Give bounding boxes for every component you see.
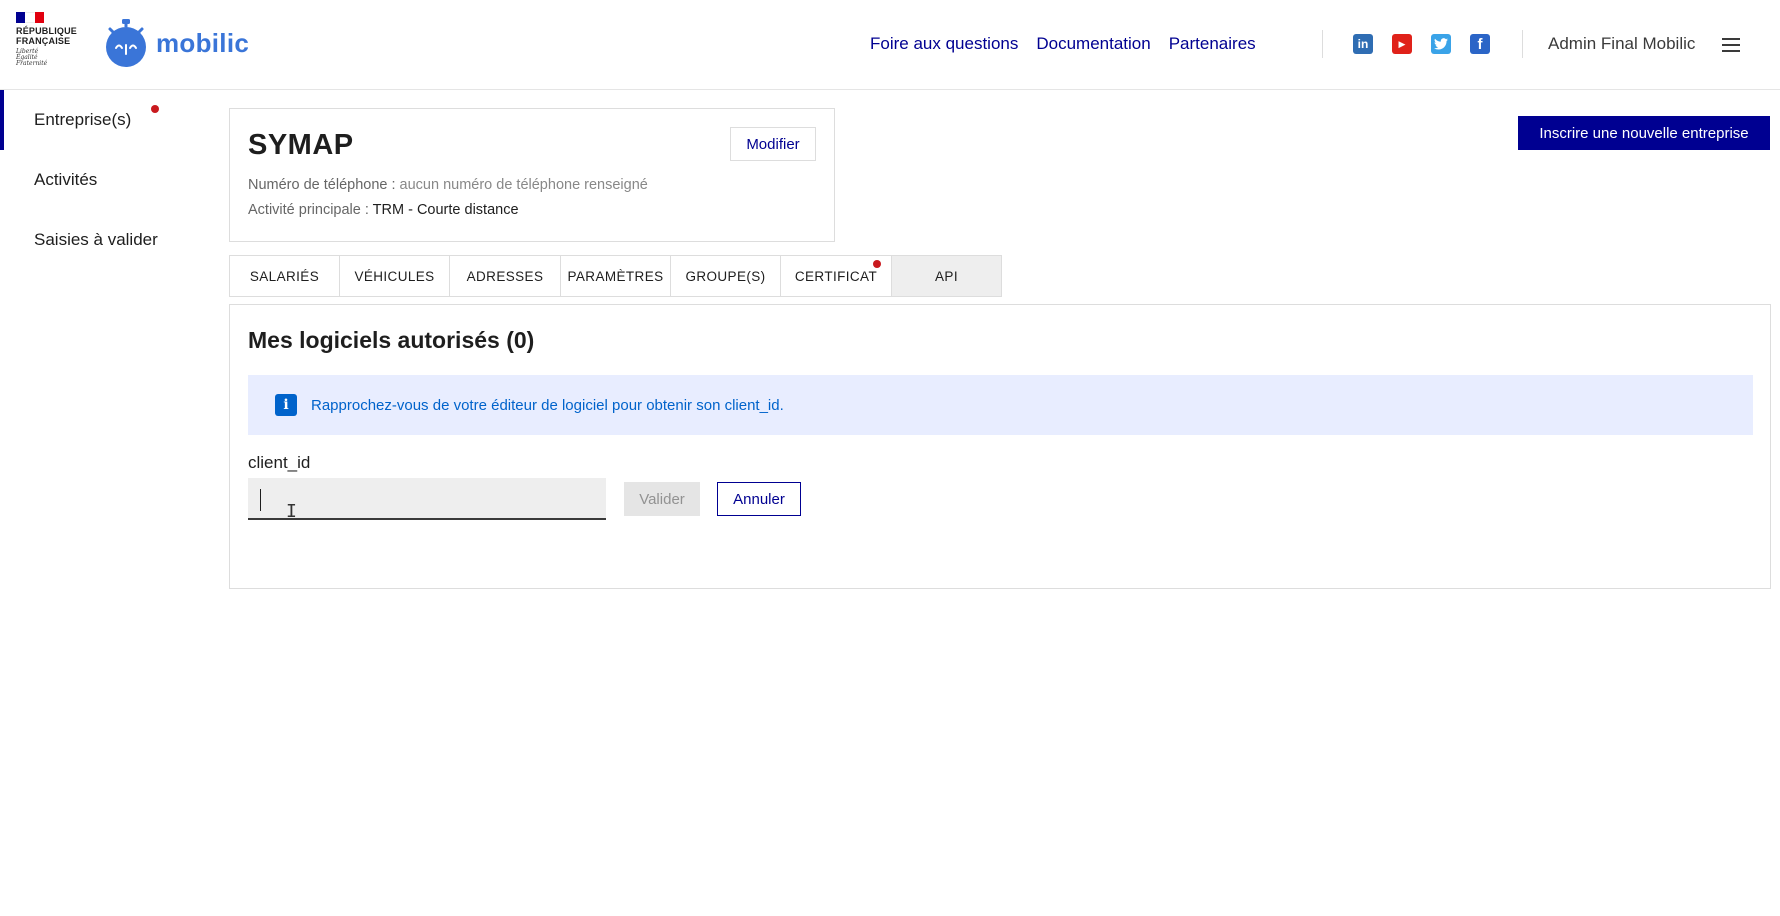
tab-parametres[interactable]: PARAMÈTRES [561, 255, 671, 297]
brand-name: mobilic [156, 27, 250, 58]
sidebar-item-label: Saisies à valider [34, 230, 158, 249]
company-card: SYMAP Modifier Numéro de téléphone : auc… [229, 108, 835, 242]
header-divider [1522, 30, 1523, 58]
info-icon: i [275, 394, 297, 416]
tab-salaries[interactable]: SALARIÉS [229, 255, 340, 297]
user-name[interactable]: Admin Final Mobilic [1548, 34, 1695, 54]
french-flag-icon [16, 12, 44, 23]
client-id-input[interactable] [248, 478, 606, 520]
linkedin-icon[interactable]: in [1353, 34, 1373, 54]
company-tabs: SALARIÉS VÉHICULES ADRESSES PARAMÈTRES G… [229, 255, 1002, 297]
cancel-button[interactable]: Annuler [717, 482, 801, 516]
top-header: RÉPUBLIQUE FRANÇAISE Liberté Égalité Fra… [0, 0, 1780, 90]
notification-dot [873, 260, 881, 268]
tab-api[interactable]: API [892, 255, 1002, 297]
tab-adresses[interactable]: ADRESSES [450, 255, 561, 297]
company-name: SYMAP [248, 129, 354, 161]
activity-label: Activité principale : [248, 202, 373, 218]
modify-company-button[interactable]: Modifier [730, 127, 816, 161]
republic-name: RÉPUBLIQUE FRANÇAISE [16, 26, 78, 46]
stopwatch-logo-icon [106, 19, 146, 67]
client-id-label: client_id [248, 453, 311, 472]
ibeam-cursor-icon: I [286, 501, 297, 522]
tab-certificat[interactable]: CERTIFICAT [781, 255, 892, 297]
twitter-icon[interactable] [1431, 34, 1451, 54]
info-text: Rapprochez-vous de votre éditeur de logi… [311, 396, 784, 414]
sidebar-item-label: Activités [34, 170, 98, 189]
company-activity: Activité principale : TRM - Courte dista… [248, 202, 519, 218]
register-new-company-button[interactable]: Inscrire une nouvelle entreprise [1518, 116, 1770, 150]
mobilic-logo[interactable]: mobilic [104, 18, 249, 68]
text-cursor [260, 489, 261, 511]
info-callout: i Rapprochez-vous de votre éditeur de lo… [248, 375, 1753, 435]
validate-button[interactable]: Valider [624, 482, 700, 516]
tab-groupes[interactable]: GROUPE(S) [671, 255, 781, 297]
nav-faq-link[interactable]: Foire aux questions [870, 34, 1018, 54]
phone-value: aucun numéro de téléphone renseigné [399, 177, 648, 193]
company-phone: Numéro de téléphone : aucun numéro de té… [248, 177, 648, 193]
hamburger-menu-icon[interactable] [1722, 38, 1740, 52]
activity-value: TRM - Courte distance [372, 202, 519, 218]
notification-dot [151, 105, 159, 113]
sidebar: Entreprise(s) Activités Saisies à valide… [0, 90, 205, 270]
main-nav: Foire aux questions Documentation Parten… [870, 34, 1274, 54]
authorized-software-title: Mes logiciels autorisés (0) [248, 327, 535, 353]
republic-motto: Liberté Égalité Fraternité [16, 48, 48, 67]
api-panel: Mes logiciels autorisés (0) i Rapprochez… [229, 304, 1771, 589]
facebook-icon[interactable]: f [1470, 34, 1490, 54]
tab-label: CERTIFICAT [794, 268, 878, 284]
social-links: in ▶ f [1353, 34, 1509, 54]
tab-vehicules[interactable]: VÉHICULES [340, 255, 450, 297]
header-divider [1322, 30, 1323, 58]
republique-francaise-logo[interactable]: RÉPUBLIQUE FRANÇAISE Liberté Égalité Fra… [16, 12, 88, 67]
phone-label: Numéro de téléphone : [248, 177, 400, 193]
nav-partners-link[interactable]: Partenaires [1169, 34, 1256, 54]
nav-documentation-link[interactable]: Documentation [1036, 34, 1150, 54]
sidebar-item-label: Entreprise(s) [34, 110, 132, 129]
sidebar-item-activites[interactable]: Activités [0, 150, 205, 210]
youtube-icon[interactable]: ▶ [1392, 34, 1412, 54]
sidebar-item-saisies-a-valider[interactable]: Saisies à valider [0, 210, 205, 270]
sidebar-item-entreprises[interactable]: Entreprise(s) [0, 90, 205, 150]
